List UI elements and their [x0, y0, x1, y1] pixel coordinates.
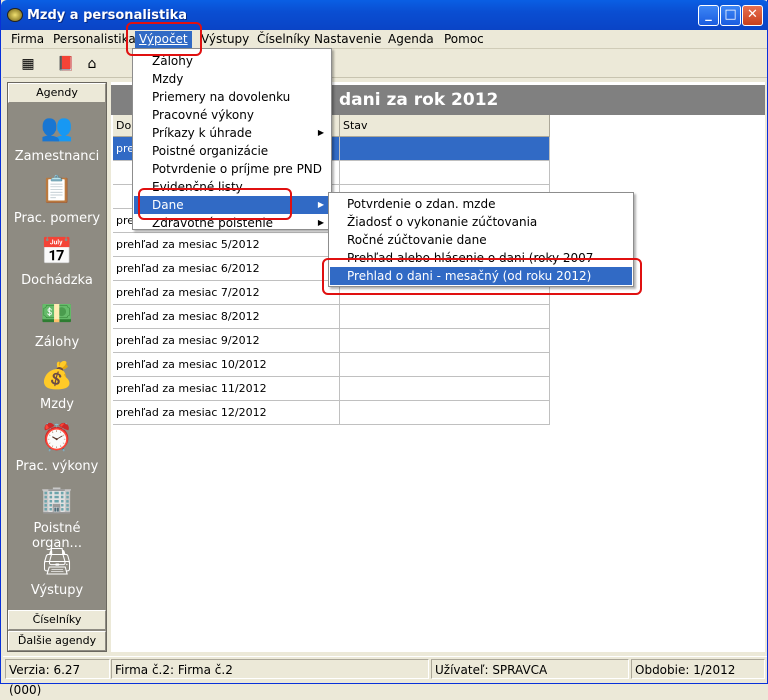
menu-bar: Firma Personalistika Výpočet Výstupy Čís… — [3, 30, 767, 49]
submenu-arrow-icon: ▶ — [317, 200, 324, 209]
table-row[interactable]: prehľad za mesiac 9/2012 — [113, 329, 550, 353]
menu-nastavenie[interactable]: Nastavenie — [310, 31, 385, 48]
sidebar-item-label: Zálohy — [34, 335, 80, 350]
table-row[interactable]: prehľad za mesiac 10/2012 — [113, 353, 550, 377]
sidebar-item-prac-vykony[interactable]: ⏰ Prac. výkony — [8, 421, 106, 474]
sidebar-item-dochadzka[interactable]: 📅 Dochádzka — [8, 235, 106, 288]
status-user: Užívateľ: SPRAVCA — [431, 659, 629, 679]
menu-item[interactable]: Poistné organizácie — [134, 142, 330, 160]
cell-stav[interactable] — [340, 305, 550, 329]
annotation-prehlad — [322, 258, 642, 295]
status-version: Verzia: 6.27 (000) — [5, 659, 110, 697]
sidebar-header-dalsie-agendy[interactable]: Ďalšie agendy — [8, 631, 106, 651]
cell-stav[interactable] — [340, 329, 550, 353]
sidebar-item-prac-pomery[interactable]: 📋 Prac. pomery — [8, 173, 106, 226]
cell-stav[interactable] — [340, 137, 550, 161]
sidebar-item-vystupy[interactable]: 🖨 Výstupy — [8, 545, 106, 598]
home-icon[interactable]: ⌂ — [81, 53, 103, 75]
table-row[interactable]: prehľad za mesiac 12/2012 — [113, 401, 550, 425]
annotation-vypocet — [126, 22, 202, 56]
menu-pomoc[interactable]: Pomoc — [440, 31, 488, 48]
sidebar-item-mzdy[interactable]: 💰 Mzdy — [8, 359, 106, 412]
sidebar-item-label: Výstupy — [30, 583, 84, 598]
menu-item[interactable]: Pracovné výkony — [134, 106, 330, 124]
close-button[interactable]: ✕ — [742, 5, 763, 26]
submenu-item-label: Potvrdenie o zdan. mzde — [347, 197, 496, 211]
menu-item[interactable]: Priemery na dovolenku — [134, 88, 330, 106]
submenu-arrow-icon: ▶ — [317, 218, 324, 227]
table-row[interactable]: prehľad za mesiac 8/2012 — [113, 305, 550, 329]
cell-name[interactable]: prehľad za mesiac 8/2012 — [113, 305, 340, 329]
book-icon[interactable]: 📕 — [55, 53, 77, 75]
cell-stav[interactable] — [340, 353, 550, 377]
sidebar-item-label: Mzdy — [40, 397, 74, 412]
submenu-item[interactable]: Žiadosť o vykonanie zúčtovania — [330, 213, 632, 231]
menu-item-label: Príkazy k úhrade — [152, 126, 252, 140]
cell-name[interactable]: prehľad za mesiac 5/2012 — [113, 233, 340, 257]
app-icon — [7, 8, 23, 22]
menu-item-label: Priemery na dovolenku — [152, 90, 291, 104]
menu-item[interactable]: Príkazy k úhrade ▶ — [134, 124, 330, 142]
menu-item-label: Mzdy — [152, 72, 184, 86]
cell-stav[interactable] — [340, 401, 550, 425]
calendar-icon: 📅 — [40, 237, 74, 267]
sidebar-header-agendy[interactable]: Agendy — [8, 83, 106, 103]
cell-name[interactable]: prehľad za mesiac 7/2012 — [113, 281, 340, 305]
column-header-stav[interactable]: Stav — [340, 115, 550, 137]
menu-item-label: Poistné organizácie — [152, 144, 269, 158]
cell-stav[interactable] — [340, 161, 550, 185]
employees-icon: 👥 — [40, 113, 74, 143]
menu-item-label: Pracovné výkony — [152, 108, 254, 122]
cell-name[interactable]: prehľad za mesiac 6/2012 — [113, 257, 340, 281]
sidebar-item-zamestnanci[interactable]: 👥 Zamestnanci — [8, 111, 106, 164]
minimize-button[interactable]: _ — [698, 5, 719, 26]
cell-name[interactable]: prehľad za mesiac 10/2012 — [113, 353, 340, 377]
menu-agenda[interactable]: Agenda — [384, 31, 438, 48]
status-bar: Verzia: 6.27 (000) Firma č.2: Firma č.2 … — [3, 656, 767, 697]
menu-firma[interactable]: Firma — [7, 31, 48, 48]
app-window: Mzdy a personalistika _ □ ✕ Firma Person… — [0, 0, 768, 697]
sidebar-item-label: Prac. pomery — [13, 211, 101, 226]
window-title: Mzdy a personalistika — [27, 8, 188, 23]
toolbar: ▦ 📕 ⌂ — [3, 50, 767, 78]
building-icon: 🏢 — [40, 485, 74, 515]
sidebar-item-label: Zamestnanci — [14, 149, 100, 164]
submenu-arrow-icon: ▶ — [317, 128, 324, 137]
submenu-item[interactable]: Potvrdenie o zdan. mzde — [330, 195, 632, 213]
page-title: dani za rok 2012 — [339, 90, 499, 110]
menu-ciselniky[interactable]: Číselníky — [253, 31, 314, 48]
annotation-dane — [138, 188, 292, 220]
status-period: Obdobie: 1/2012 — [631, 659, 765, 679]
sidebar-header-ciselniky[interactable]: Číselníky — [8, 610, 106, 630]
menu-item[interactable]: Potvrdenie o príjme pre PND — [134, 160, 330, 178]
status-firm: Firma č.2: Firma č.2 — [111, 659, 429, 679]
menu-vystupy[interactable]: Výstupy — [197, 31, 253, 48]
submenu-item-label: Žiadosť o vykonanie zúčtovania — [347, 215, 538, 229]
cell-name[interactable]: prehľad za mesiac 9/2012 — [113, 329, 340, 353]
table-row[interactable]: prehľad za mesiac 11/2012 — [113, 377, 550, 401]
money-hand-icon: 💵 — [40, 299, 74, 329]
cell-stav[interactable] — [340, 377, 550, 401]
printer-icon: 🖨 — [40, 547, 74, 577]
clock-calculator-icon: ⏰ — [40, 423, 74, 453]
title-bar[interactable]: Mzdy a personalistika _ □ ✕ — [1, 0, 768, 30]
menu-item[interactable]: Mzdy — [134, 70, 330, 88]
sidebar-item-label: Dochádzka — [21, 273, 93, 288]
sidebar-item-poistne-organ[interactable]: 🏢 Poistné organ... — [8, 483, 106, 551]
submenu-item-label: Ročné zúčtovanie dane — [347, 233, 487, 247]
calculator-icon[interactable]: ▦ — [17, 53, 39, 75]
cell-name[interactable]: prehľad za mesiac 11/2012 — [113, 377, 340, 401]
banknote-icon: 💰 — [40, 361, 74, 391]
maximize-button[interactable]: □ — [720, 5, 741, 26]
cell-name[interactable]: prehľad za mesiac 12/2012 — [113, 401, 340, 425]
contract-icon: 📋 — [40, 175, 74, 205]
menu-item-label: Zálohy — [152, 54, 193, 68]
submenu-item[interactable]: Ročné zúčtovanie dane — [330, 231, 632, 249]
sidebar-item-label: Prac. výkony — [15, 459, 99, 474]
menu-item-label: Potvrdenie o príjme pre PND — [152, 162, 323, 176]
agenda-sidebar: Agendy 👥 Zamestnanci 📋 Prac. pomery 📅 Do… — [7, 82, 107, 652]
sidebar-item-zalohy[interactable]: 💵 Zálohy — [8, 297, 106, 350]
